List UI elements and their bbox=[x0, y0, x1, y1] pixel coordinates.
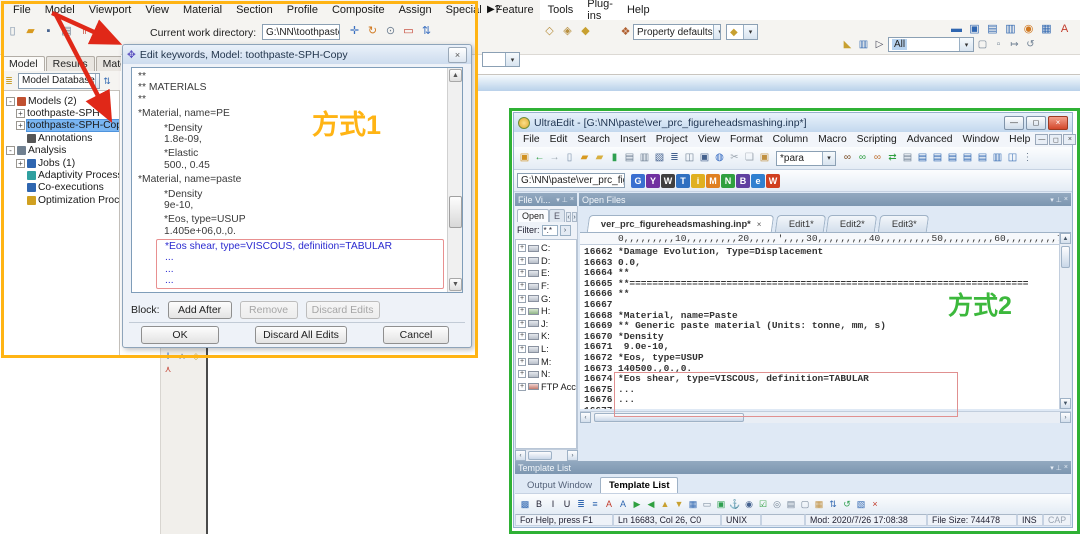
viewport-left-edge bbox=[206, 346, 208, 534]
method2-label: 方式2 bbox=[948, 286, 1012, 322]
hiddenline-cube-icon[interactable]: ◈ bbox=[559, 23, 576, 39]
viewport-toolbox-strip: ✛⋏◇⋏ bbox=[160, 346, 206, 534]
cursor-icon[interactable]: ▷ bbox=[872, 38, 887, 52]
datum-plane-icon[interactable]: ◣ bbox=[840, 38, 855, 52]
menu-help[interactable]: Help bbox=[620, 4, 657, 16]
go-icon[interactable]: ◉ bbox=[1020, 21, 1037, 37]
group-select-icon[interactable]: ▫ bbox=[991, 38, 1006, 52]
viewport-tile-horizontal-icon[interactable]: ▤ bbox=[984, 21, 1001, 37]
chevron-down-icon[interactable]: ▾ bbox=[743, 25, 757, 39]
menu-plug-ins[interactable]: Plug-ins bbox=[580, 0, 620, 22]
render-cube-combo[interactable]: ◆ ▾ bbox=[726, 24, 758, 40]
datum-csys-icon[interactable]: ⋏ bbox=[161, 362, 175, 375]
method1-highlight-box bbox=[1, 1, 478, 358]
context-help-icon[interactable]: ▶? bbox=[487, 4, 500, 15]
viewport-titlebar-band bbox=[478, 74, 1080, 91]
color-code-combo[interactable]: Property defaults ▾ bbox=[633, 24, 721, 40]
abaqus-selection-toolbar: ◣▥ ▷ All ▾ ▢▫↦↺ bbox=[840, 37, 1038, 52]
method1-label: 方式1 bbox=[312, 103, 381, 142]
monitor-icon[interactable]: ▥ bbox=[856, 38, 871, 52]
viewport-maximize-icon[interactable]: ▬ bbox=[948, 21, 965, 37]
color-code-value: Property defaults bbox=[637, 27, 713, 38]
viewport-tile-vertical-icon[interactable]: ▥ bbox=[1002, 21, 1019, 37]
module-combo[interactable]: ▾ bbox=[482, 52, 520, 67]
viewport-grid-icon[interactable]: ▦ bbox=[1038, 21, 1055, 37]
abaqus-viewport-icon-group: ▬▣▤▥◉▦A bbox=[948, 21, 1073, 37]
undo-view-icon[interactable]: ↺ bbox=[1023, 38, 1038, 52]
chevron-down-icon[interactable]: ▾ bbox=[505, 53, 519, 66]
viewport-cascade-icon[interactable]: ▣ bbox=[966, 21, 983, 37]
measure-icon[interactable]: ↦ bbox=[1007, 38, 1022, 52]
menu-tools[interactable]: Tools bbox=[541, 4, 581, 16]
chevron-down-icon[interactable]: ▾ bbox=[959, 38, 973, 51]
selection-filter-value: All bbox=[892, 39, 907, 50]
wireframe-cube-icon[interactable]: ◇ bbox=[541, 23, 558, 39]
shaded-cube-icon: ◆ bbox=[730, 27, 738, 38]
annotation-text-icon[interactable]: A bbox=[1056, 21, 1073, 37]
select-box-icon[interactable]: ▢ bbox=[975, 38, 990, 52]
shaded-cube-icon[interactable]: ◆ bbox=[577, 23, 594, 39]
screenshot-canvas: { "glyphs":{"collapsed":"+","expanded":"… bbox=[0, 0, 1080, 536]
chevron-down-icon[interactable]: ▾ bbox=[713, 25, 721, 39]
selection-filter-combo[interactable]: All ▾ bbox=[888, 37, 974, 52]
color-palette-icon[interactable]: ❖ bbox=[617, 24, 634, 40]
abaqus-render-style-icon-group: ◇◈◆ bbox=[541, 23, 594, 39]
